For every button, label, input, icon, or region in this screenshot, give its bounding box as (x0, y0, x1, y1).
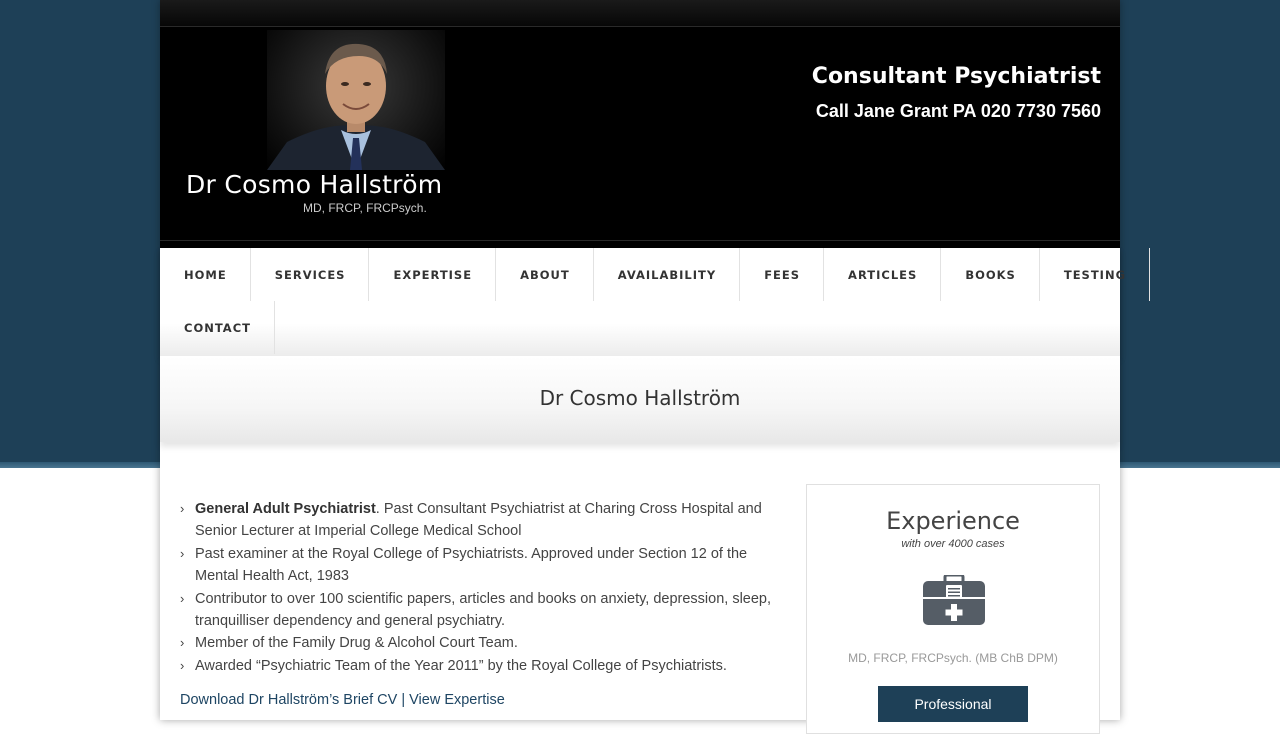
page-container: Dr Cosmo Hallström MD, FRCP, FRCPsych. C… (160, 0, 1151, 734)
nav-item-testing[interactable]: TESTING (1040, 248, 1151, 301)
cv-links: Download Dr Hallström’s Brief CV | View … (180, 692, 505, 708)
experience-subtitle: with over 4000 cases (901, 538, 1005, 550)
doctor-photo (267, 30, 445, 170)
nav-item-articles[interactable]: ARTICLES (824, 248, 942, 301)
list-item: › Member of the Family Drug & Alcohol Cou… (180, 632, 792, 654)
nav-item-books[interactable]: BOOKS (941, 248, 1040, 301)
nav-row: HOME SERVICES EXPERTISE ABOUT AVAILABILI… (160, 248, 1151, 301)
nav-item-home[interactable]: HOME (160, 248, 251, 301)
medical-case-icon (923, 573, 985, 630)
list-item-text: Past examiner at the Royal College of Ps… (195, 545, 748, 585)
list-item: › Contributor to over 100 scientific pape… (180, 588, 792, 633)
page-title-band: Dr Cosmo Hallström (160, 356, 1120, 442)
header-phone: Call Jane Grant PA 020 7730 7560 (815, 101, 1101, 121)
nav-item-fees[interactable]: FEES (740, 248, 825, 301)
experience-panel: Experience with over 4000 cases MD, FRCP… (806, 484, 1100, 734)
header-top-strip (160, 0, 1120, 26)
experience-qualifications: MD, FRCP, FRCPsych. (MB ChB DPM) (848, 651, 1058, 665)
nav-item-expertise[interactable]: EXPERTISE (369, 248, 497, 301)
nav-item-contact[interactable]: CONTACT (160, 301, 275, 354)
nav-row: CONTACT (160, 301, 275, 354)
list-item-bold: General Adult Psychiatrist (195, 501, 376, 517)
header-divider (160, 26, 1120, 27)
chevron-right-icon: › (180, 590, 185, 606)
header-bottom-divider (160, 240, 1120, 241)
download-cv-link[interactable]: Download Dr Hallström’s Brief CV (180, 692, 397, 708)
page-title: Dr Cosmo Hallström (539, 386, 741, 410)
list-item-text: Member of the Family Drug & Alcohol Cour… (195, 635, 518, 652)
nav-item-services[interactable]: SERVICES (251, 248, 370, 301)
credentials-list: › General Adult Psychiatrist. Past Consul… (180, 498, 792, 677)
list-item-text: Awarded “Psychiatric Team of the Year 20… (195, 657, 727, 674)
nav-item-availability[interactable]: AVAILABILITY (594, 248, 741, 301)
professional-button[interactable]: Professional (878, 686, 1028, 722)
list-item-text: Contributor to over 100 scientific paper… (195, 590, 772, 630)
list-item: › Past examiner at the Royal College of P… (180, 543, 792, 588)
list-item: › Awarded “Psychiatric Team of the Year 2… (180, 655, 792, 677)
chevron-right-icon: › (180, 501, 185, 516)
nav-item-about[interactable]: ABOUT (496, 248, 594, 301)
header-title: Consultant Psychiatrist (811, 64, 1101, 89)
chevron-right-icon: › (180, 635, 185, 651)
main-content: › General Adult Psychiatrist. Past Consul… (180, 498, 792, 677)
logo-qualifications: MD, FRCP, FRCPsych. (303, 201, 427, 215)
list-item: › General Adult Psychiatrist. Past Consul… (180, 498, 792, 543)
chevron-right-icon: › (180, 545, 185, 561)
logo-name: Dr Cosmo Hallström (186, 170, 443, 199)
link-separator: | (397, 692, 410, 708)
view-expertise-link[interactable]: View Expertise (409, 692, 505, 708)
site-header: Dr Cosmo Hallström MD, FRCP, FRCPsych. C… (160, 0, 1120, 248)
main-navigation: HOME SERVICES EXPERTISE ABOUT AVAILABILI… (160, 248, 1151, 356)
chevron-right-icon: › (180, 657, 185, 673)
experience-title: Experience (886, 507, 1020, 535)
